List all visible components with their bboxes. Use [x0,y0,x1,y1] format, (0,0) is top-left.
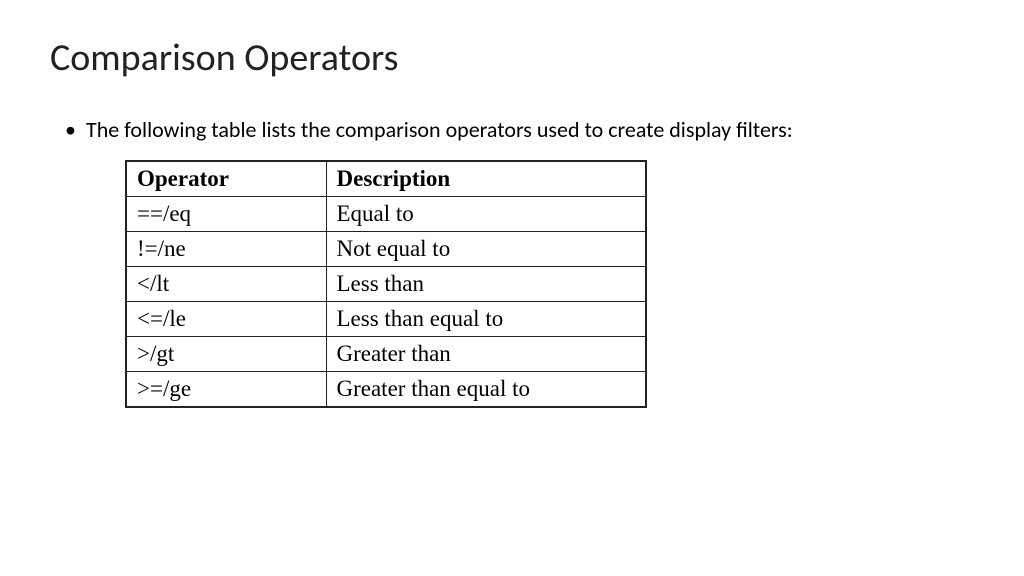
table-row: >/gt Greater than [126,336,646,371]
cell-operator: ==/eq [126,196,326,231]
table-row: <=/le Less than equal to [126,301,646,336]
cell-operator: !=/ne [126,231,326,266]
cell-operator: <=/le [126,301,326,336]
cell-description: Not equal to [326,231,646,266]
cell-description: Less than equal to [326,301,646,336]
table-row: </lt Less than [126,266,646,301]
header-operator: Operator [126,161,326,197]
table-row: ==/eq Equal to [126,196,646,231]
cell-description: Less than [326,266,646,301]
table-header-row: Operator Description [126,161,646,197]
operators-table: Operator Description ==/eq Equal to !=/n… [125,160,647,408]
header-description: Description [326,161,646,197]
table-row: !=/ne Not equal to [126,231,646,266]
cell-operator: >/gt [126,336,326,371]
bullet-text: The following table lists the comparison… [86,116,793,145]
bullet-dot-icon: • [65,116,76,145]
cell-operator: >=/ge [126,371,326,407]
cell-description: Equal to [326,196,646,231]
page-title: Comparison Operators [50,35,974,81]
bullet-item: • The following table lists the comparis… [50,116,974,145]
cell-operator: </lt [126,266,326,301]
operators-table-container: Operator Description ==/eq Equal to !=/n… [125,160,974,408]
cell-description: Greater than equal to [326,371,646,407]
table-row: >=/ge Greater than equal to [126,371,646,407]
cell-description: Greater than [326,336,646,371]
